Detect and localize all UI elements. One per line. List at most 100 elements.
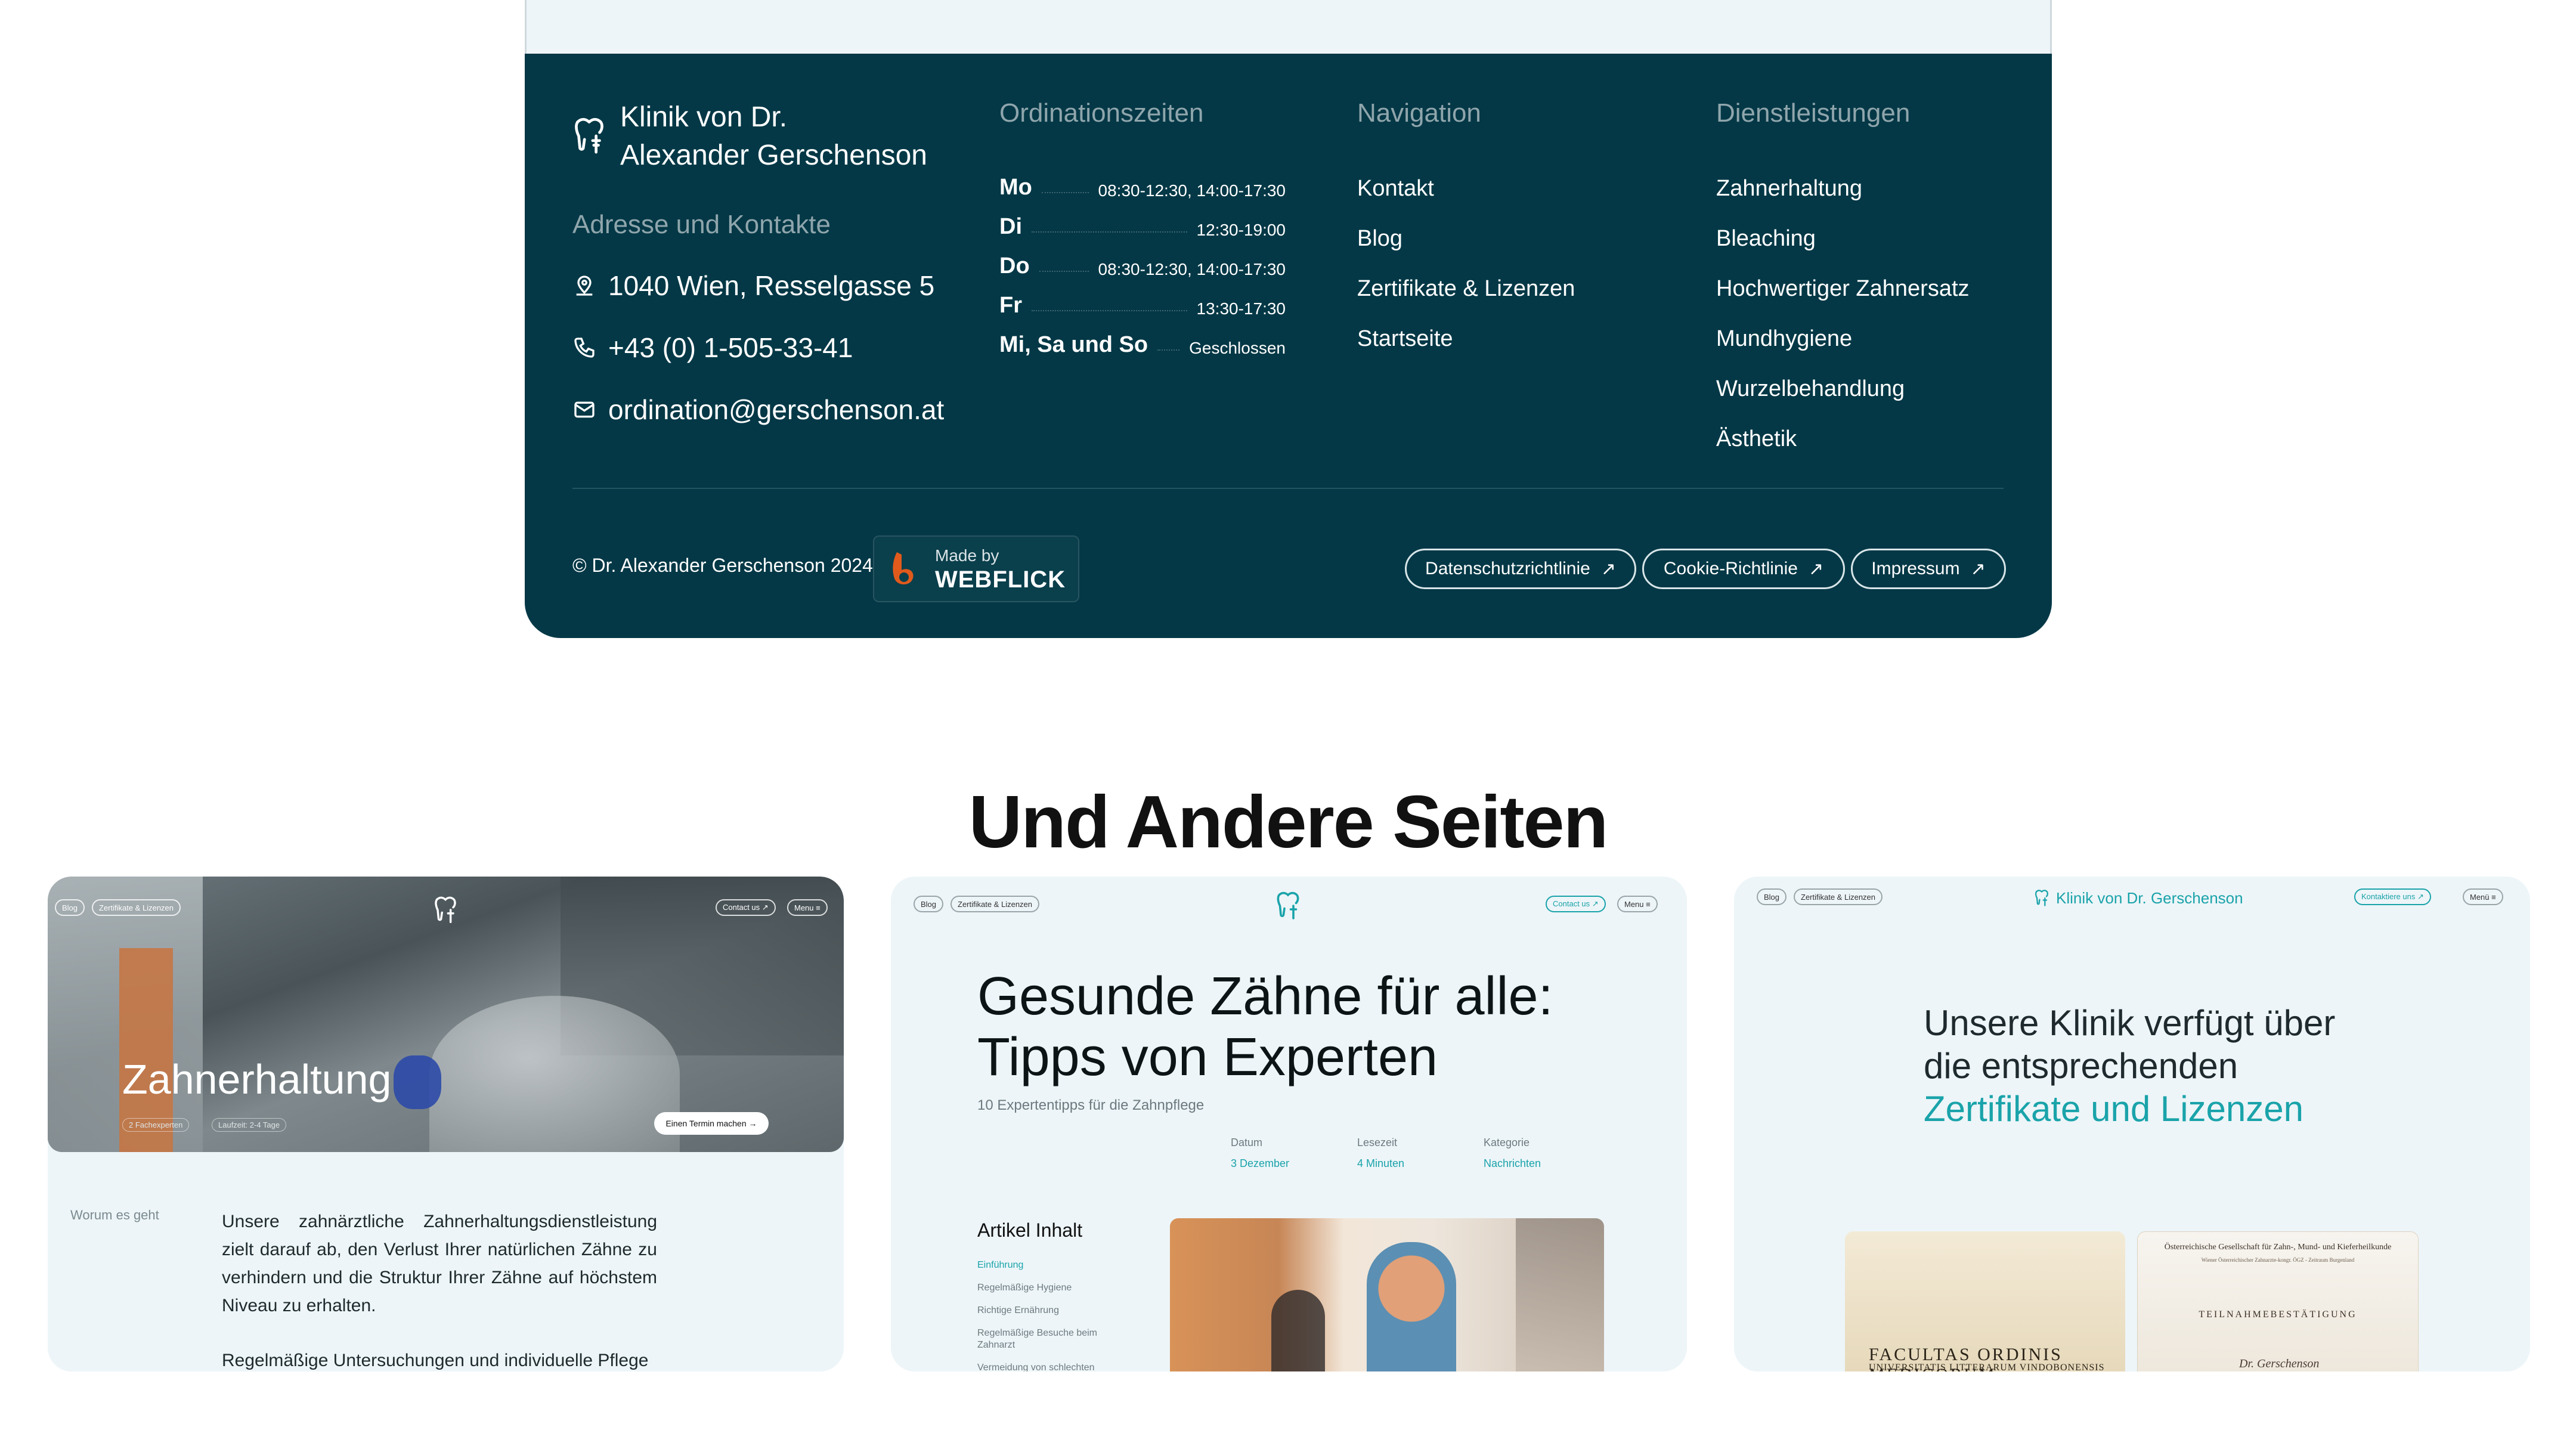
nav-link-zertifikate[interactable]: Zertifikate & Lizenzen: [1357, 273, 1575, 323]
toc-title: Artikel Inhalt: [977, 1219, 1083, 1241]
meta-value: 4 Minuten: [1357, 1157, 1405, 1169]
meta-category: Kategorie Nachrichten: [1484, 1137, 1541, 1170]
arrow-up-right-icon: ↗: [1600, 559, 1616, 579]
toc-item[interactable]: Vermeidung von schlechten: [977, 1362, 1120, 1371]
certificate-participation: Österreichische Gesellschaft für Zahn-, …: [2137, 1231, 2419, 1371]
page-preview-certificates[interactable]: Blog Zertifikate & Lizenzen Klinik von D…: [1734, 877, 2530, 1371]
service-link[interactable]: Wurzelbehandlung: [1716, 373, 1970, 423]
service-link[interactable]: Hochwertiger Zahnersatz: [1716, 273, 1970, 323]
privacy-policy-label: Datenschutzrichtlinie: [1425, 559, 1590, 578]
privacy-policy-link[interactable]: Datenschutzrichtlinie ↗: [1405, 549, 1636, 589]
toc-item[interactable]: Richtige Ernährung: [977, 1305, 1120, 1317]
nav-pill-blog[interactable]: Blog: [914, 896, 944, 912]
page-preview-blog-article[interactable]: Blog Zertifikate & Lizenzen Contact us ↗…: [891, 877, 1687, 1371]
arrow-up-right-icon: ↗: [1970, 559, 1986, 579]
diploma-subheading: UNIVERSITATIS LITTERARUM VINDOBONENSIS: [1869, 1363, 2105, 1371]
footer-divider: [572, 488, 2004, 489]
location-pin-icon: [576, 275, 593, 296]
article-image: [1170, 1218, 1604, 1371]
certificate-diploma: FACULTAS ORDINIS MEDICORUM UNIVERSITATIS…: [1845, 1231, 2125, 1371]
hours-row: Di 12:30-19:00: [999, 200, 1286, 240]
cookie-policy-link[interactable]: Cookie-Richtlinie ↗: [1642, 549, 1845, 589]
section-label: Worum es geht: [70, 1208, 159, 1222]
title-line-1: Unsere Klinik verfügt über: [1924, 1003, 2336, 1043]
footer-brand[interactable]: Klinik von Dr. Alexander Gerschenson: [572, 98, 927, 175]
meta-label: Kategorie: [1484, 1137, 1530, 1148]
brand-name: Klinik von Dr. Gerschenson: [2056, 888, 2243, 907]
article-title-line-2: Tipps von Experten: [977, 1027, 1438, 1087]
menu-pill[interactable]: Menü ≡: [2463, 888, 2503, 905]
hours-day: Mi, Sa und So: [999, 332, 1148, 357]
menu-pill[interactable]: Menu ≡: [787, 899, 828, 916]
navigation-heading: Navigation: [1357, 98, 1481, 128]
duration-tag: Laufzeit: 2-4 Tage: [212, 1118, 287, 1132]
section-title: Und Andere Seiten: [968, 781, 1609, 863]
header-brand[interactable]: Klinik von Dr. Gerschenson: [2033, 888, 2243, 908]
meta-value: Nachrichten: [1484, 1157, 1541, 1169]
appointment-button[interactable]: Einen Termin machen →: [654, 1112, 769, 1135]
nav-pill-blog[interactable]: Blog: [1757, 888, 1787, 905]
nav-pill-zertifikate[interactable]: Zertifikate & Lizenzen: [1794, 888, 1883, 905]
nav-link-kontakt[interactable]: Kontakt: [1357, 173, 1575, 223]
cookie-policy-label: Cookie-Richtlinie: [1663, 559, 1798, 578]
footer-nav: Kontakt Blog Zertifikate & Lizenzen Star…: [1357, 173, 1575, 373]
nav-link-startseite[interactable]: Startseite: [1357, 323, 1575, 373]
service-link[interactable]: Ästhetik: [1716, 423, 1970, 473]
nav-pill-blog[interactable]: Blog: [55, 899, 85, 916]
meta-value: 3 Dezember: [1231, 1157, 1290, 1169]
hours-day: Fr: [999, 293, 1022, 318]
hours-time: 12:30-19:00: [1196, 221, 1286, 239]
webflick-logo-icon: [893, 552, 914, 585]
toc-item[interactable]: Einführung: [977, 1259, 1120, 1271]
contact-pill[interactable]: Contact us ↗: [716, 899, 776, 916]
phone-item[interactable]: +43 (0) 1-505-33-41: [572, 332, 853, 364]
brand-line-1: Klinik von Dr.: [620, 101, 788, 133]
hours-heading: Ordinationszeiten: [999, 98, 1204, 128]
phone-icon: [574, 338, 595, 358]
page-top-strip: [525, 0, 2052, 55]
hours-time: 08:30-12:30, 14:00-17:30: [1098, 181, 1286, 200]
tooth-logo-icon: [2035, 890, 2049, 906]
nav-pill-zertifikate[interactable]: Zertifikate & Lizenzen: [950, 896, 1040, 912]
toc-item[interactable]: Regelmäßige Besuche beim Zahnarzt: [977, 1327, 1120, 1351]
service-link[interactable]: Mundhygiene: [1716, 323, 1970, 373]
menu-pill[interactable]: Menu ≡: [1617, 896, 1658, 912]
hours-day: Mo: [999, 175, 1032, 200]
service-link[interactable]: Zahnerhaltung: [1716, 173, 1970, 223]
email-item[interactable]: ordination@gerschenson.at: [572, 394, 944, 426]
email-text: ordination@gerschenson.at: [608, 394, 945, 425]
tooth-logo-icon: [575, 117, 603, 154]
address-heading: Adresse und Kontakte: [572, 210, 831, 239]
meta-date: Datum 3 Dezember: [1231, 1137, 1289, 1170]
meta-reading-time: Lesezeit 4 Minuten: [1357, 1137, 1404, 1170]
arrow-up-right-icon: ↗: [1808, 559, 1824, 579]
contact-pill[interactable]: Contact us ↗: [1546, 896, 1606, 912]
webflick-wordmark: WEBFLICK: [935, 566, 1066, 593]
made-by-webflick-badge[interactable]: Made by WEBFLICK: [873, 535, 1079, 602]
service-link[interactable]: Bleaching: [1716, 223, 1970, 273]
page-preview-zahnerhaltung[interactable]: Blog Zertifikate & Lizenzen Contact us ↗…: [48, 877, 844, 1371]
made-by-label: Made by: [935, 546, 999, 565]
article-title: Gesunde Zähne für alle: Tipps von Expert…: [977, 966, 1553, 1088]
hours-day: Do: [999, 253, 1030, 278]
article-subtitle: 10 Expertentipps für die Zahnpflege: [977, 1097, 1205, 1113]
certificate-issuer: Österreichische Gesellschaft für Zahn-, …: [2164, 1243, 2392, 1252]
table-of-contents: Einführung Regelmäßige Hygiene Richtige …: [977, 1259, 1120, 1371]
mail-icon: [574, 401, 595, 418]
nav-pill-zertifikate[interactable]: Zertifikate & Lizenzen: [92, 899, 181, 916]
experts-tag: 2 Fachexperten: [122, 1118, 190, 1132]
meta-label: Lesezeit: [1357, 1137, 1398, 1148]
services-heading: Dienstleistungen: [1716, 98, 1911, 128]
site-footer: Klinik von Dr. Alexander Gerschenson Adr…: [525, 54, 2052, 638]
services-nav: Zahnerhaltung Bleaching Hochwertiger Zah…: [1716, 173, 1970, 473]
tooth-logo-icon: [435, 896, 456, 923]
title-highlight: Zertifikate und Lizenzen: [1924, 1089, 2304, 1129]
nav-link-blog[interactable]: Blog: [1357, 223, 1575, 273]
opening-hours: Mo 08:30-12:30, 14:00-17:30 Di 12:30-19:00…: [999, 161, 1286, 358]
address-item[interactable]: 1040 Wien, Resselgasse 5: [572, 270, 934, 302]
meta-label: Datum: [1231, 1137, 1263, 1148]
toc-item[interactable]: Regelmäßige Hygiene: [977, 1282, 1120, 1294]
contact-pill[interactable]: Kontaktiere uns ↗: [2354, 888, 2431, 905]
hero-title: Zahnerhaltung: [122, 1056, 392, 1103]
imprint-link[interactable]: Impressum ↗: [1851, 549, 2006, 589]
